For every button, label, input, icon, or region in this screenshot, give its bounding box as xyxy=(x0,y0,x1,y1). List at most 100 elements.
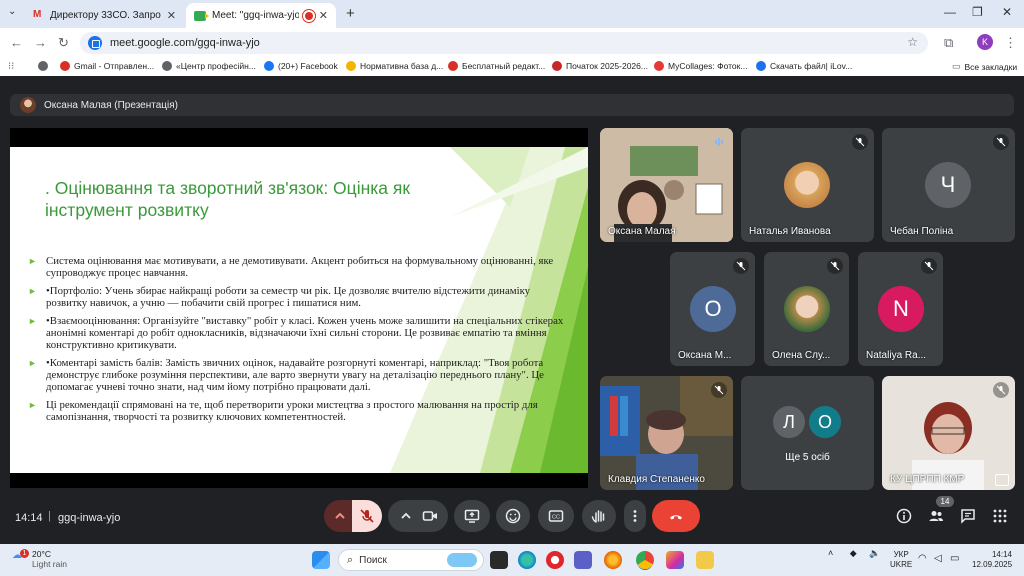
mic-toggle-button[interactable] xyxy=(352,500,382,532)
chat-icon xyxy=(961,509,975,524)
weather-badge: 1 xyxy=(20,549,29,558)
chevron-up-icon[interactable]: ˄ xyxy=(828,548,833,558)
apps-grid-icon xyxy=(993,509,1007,523)
edge-icon[interactable] xyxy=(518,551,536,569)
captions-button[interactable]: CC xyxy=(538,500,574,532)
gmail-icon xyxy=(32,9,44,21)
present-button[interactable] xyxy=(454,500,490,532)
mic-off-icon xyxy=(993,134,1009,150)
slide: . Оцінювання та зворотний зв'язок: Оцінк… xyxy=(10,147,588,473)
participant-tile[interactable]: N Nataliya Ra... xyxy=(858,252,943,366)
firefox-icon[interactable] xyxy=(604,551,622,569)
chat-button[interactable] xyxy=(956,504,980,528)
bookmark-favicon-icon xyxy=(264,61,274,71)
presentation-bar: Оксана Малая (Презентація) xyxy=(10,94,1014,116)
recording-indicator-icon xyxy=(304,11,313,20)
close-tab-icon[interactable]: ✕ xyxy=(319,9,328,22)
activities-button[interactable] xyxy=(988,504,1012,528)
bookmark-item[interactable]: Gmail - Отправлен... xyxy=(60,61,154,71)
all-bookmarks[interactable]: ▭ Все закладки xyxy=(952,61,1017,72)
tab-meet[interactable]: Meet: "ggq-inwa-yjo" ✕ xyxy=(186,3,336,28)
apps-icon[interactable]: ⁝⁝ xyxy=(8,61,14,72)
volume-icon[interactable]: ◁ xyxy=(934,553,942,564)
maximize-button[interactable]: ❐ xyxy=(972,5,983,19)
leave-call-button[interactable] xyxy=(652,500,700,532)
bookmark-item[interactable]: Скачать файл| iLov... xyxy=(756,61,852,71)
clock[interactable]: 14:14 12.09.2025 xyxy=(972,550,1012,570)
raise-hand-button[interactable] xyxy=(582,500,616,532)
profile-avatar[interactable]: K xyxy=(977,34,993,50)
bookmarks-bar: ⁝⁝ Gmail - Отправлен... «Центр професійн.… xyxy=(0,58,1024,76)
participant-tile[interactable]: Клавдия Степаненко xyxy=(600,376,733,490)
globe-icon[interactable] xyxy=(38,61,48,71)
teams-icon[interactable] xyxy=(574,551,592,569)
forward-icon[interactable]: → xyxy=(34,35,47,50)
mic-off-icon xyxy=(993,382,1009,398)
wifi-icon[interactable]: ◠ xyxy=(918,553,927,564)
minimize-button[interactable]: — xyxy=(944,5,956,19)
slide-bullet: ► Ці рекомендації спрямовані на те, щоб п… xyxy=(28,399,538,423)
start-button[interactable] xyxy=(312,551,330,569)
participant-name: Оксана М... xyxy=(678,350,732,361)
site-info-icon[interactable] xyxy=(88,36,102,50)
dropbox-icon[interactable]: ◆ xyxy=(850,548,857,558)
participant-tile[interactable]: Наталья Иванова xyxy=(741,128,874,242)
new-tab-button[interactable]: + xyxy=(346,5,355,22)
language-indicator[interactable]: УКР UKRE xyxy=(890,550,912,570)
more-vert-icon xyxy=(633,510,637,522)
meeting-info-button[interactable] xyxy=(892,504,916,528)
participant-tile[interactable]: Олена Слу... xyxy=(764,252,849,366)
chrome-icon[interactable] xyxy=(636,551,654,569)
task-view-icon[interactable] xyxy=(490,551,508,569)
participant-tile[interactable]: Ч Чебан Поліна xyxy=(882,128,1015,242)
others-label: Ще 5 осіб xyxy=(785,452,830,463)
bookmark-star-icon[interactable]: ☆ xyxy=(907,35,918,49)
bookmark-favicon-icon xyxy=(60,61,70,71)
others-tile[interactable]: Л О Ще 5 осіб xyxy=(741,376,874,490)
mic-off-icon xyxy=(852,134,868,150)
close-window-button[interactable]: ✕ xyxy=(1002,5,1012,19)
bookmark-item[interactable]: «Центр професійн... xyxy=(162,61,256,71)
search-highlight-icon xyxy=(447,553,477,567)
opera-icon[interactable] xyxy=(546,551,564,569)
reactions-button[interactable] xyxy=(496,500,530,532)
avatar: Л xyxy=(771,404,807,440)
pip-icon[interactable] xyxy=(995,474,1009,486)
bookmark-label: Бесплатный редакт... xyxy=(462,61,546,71)
close-tab-icon[interactable]: ✕ xyxy=(167,9,176,22)
bookmark-item[interactable]: (20+) Facebook xyxy=(264,61,338,71)
mic-off-icon xyxy=(827,258,843,274)
file-explorer-icon[interactable] xyxy=(696,551,714,569)
bookmark-item[interactable]: Нормативна база д... xyxy=(346,61,443,71)
people-button[interactable] xyxy=(924,504,948,528)
separator: | xyxy=(48,510,51,522)
participant-tile[interactable]: Оксана Малая xyxy=(600,128,733,242)
lang-bottom: UKRE xyxy=(890,560,913,569)
battery-icon[interactable]: ▭ xyxy=(950,553,959,564)
system-tray[interactable]: ˄ ◆ 🔈 xyxy=(828,548,880,559)
menu-icon[interactable]: ⋮ xyxy=(1004,35,1017,51)
participant-tile[interactable]: О Оксана М... xyxy=(670,252,755,366)
bookmark-item[interactable]: Бесплатный редакт... xyxy=(448,61,545,71)
more-options-button[interactable] xyxy=(624,500,646,532)
speaker-muted-icon[interactable]: 🔈 xyxy=(869,548,880,558)
participant-name: Nataliya Ra... xyxy=(866,350,927,361)
tab-gmail[interactable]: Директору 33СО. Запрошення ✕ xyxy=(24,3,184,28)
address-bar[interactable]: meet.google.com/ggq-inwa-yjo ☆ xyxy=(80,32,928,54)
bookmark-item[interactable]: Початок 2025-2026... xyxy=(552,61,648,71)
bookmark-item[interactable]: MyCollages: Фоток... xyxy=(654,61,747,71)
tab-search-icon[interactable]: ⌄ xyxy=(8,6,16,17)
camera-icon xyxy=(422,511,437,521)
camera-toggle-button[interactable] xyxy=(388,500,448,532)
presentation-stage[interactable]: . Оцінювання та зворотний зв'язок: Оцінк… xyxy=(10,128,588,488)
taskbar-search[interactable]: ⌕ Поиск xyxy=(338,549,484,571)
participant-tile[interactable]: КУ ЦПРПП КМР xyxy=(882,376,1015,490)
extensions-icon[interactable]: ⧉ xyxy=(944,35,953,51)
bullet-arrow-icon: ► xyxy=(28,286,37,296)
avatar: О xyxy=(690,286,736,332)
reload-icon[interactable]: ↻ xyxy=(58,35,69,51)
participant-name: Оксана Малая xyxy=(608,226,676,237)
back-icon[interactable]: ← xyxy=(10,35,23,50)
copilot-icon[interactable] xyxy=(666,551,684,569)
taskbar: ☁ 20°C Light rain 1 ⌕ Поиск ˄ ◆ 🔈 УКР UK… xyxy=(0,544,1024,576)
